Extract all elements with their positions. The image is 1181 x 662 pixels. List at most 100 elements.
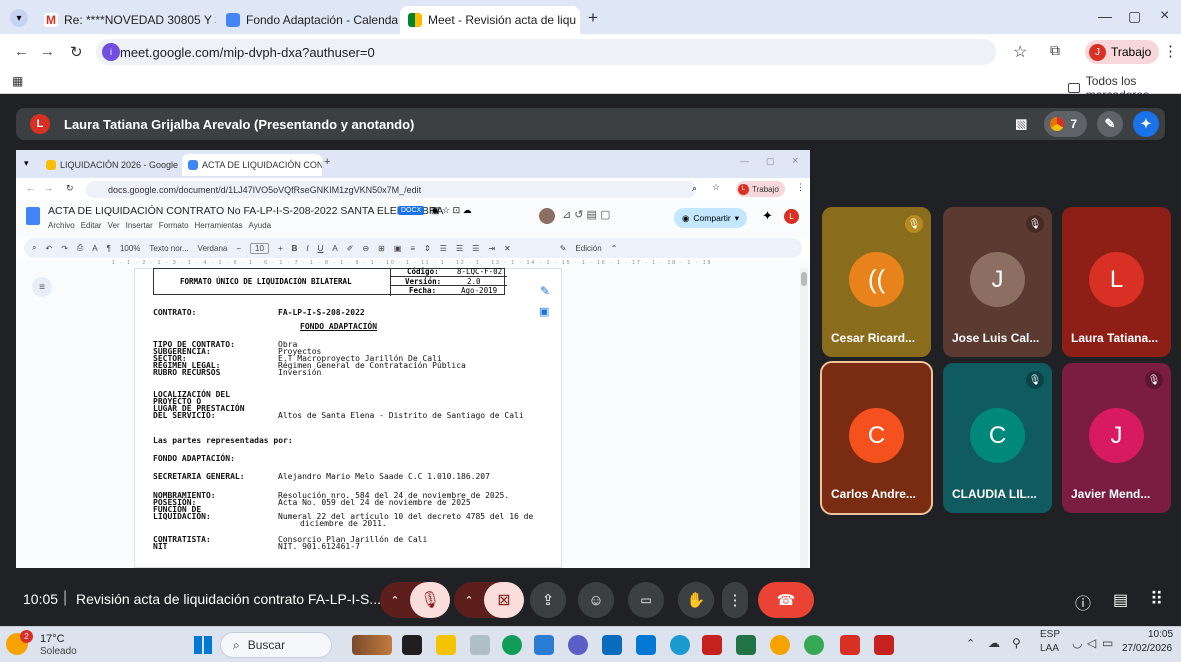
mic-off-icon[interactable]: 🎙 — [410, 582, 450, 618]
restore-icon[interactable]: ▢ — [1128, 8, 1141, 25]
share-button[interactable]: ◉ Compartir ▾ — [674, 208, 748, 228]
language-label[interactable]: ESP — [1040, 629, 1060, 640]
forward-icon[interactable]: → — [40, 43, 55, 60]
menu-insertar[interactable]: Insertar — [126, 221, 153, 230]
more-options-button[interactable]: ⋮ — [722, 582, 748, 618]
back-icon[interactable]: ← — [14, 43, 29, 60]
gemini-icon[interactable]: ✦ — [1133, 111, 1159, 137]
volume-icon[interactable]: ◁ — [1087, 636, 1096, 650]
menu-icon[interactable]: ⋮ — [796, 182, 805, 193]
minus-icon[interactable]: − — [236, 244, 241, 253]
align-icon[interactable]: ≡ — [410, 244, 415, 253]
raise-hand-button[interactable]: ✋ — [678, 582, 714, 618]
camera-off-icon[interactable]: ⊠ — [484, 582, 524, 618]
pdf-icon[interactable] — [840, 635, 860, 655]
participant-tile[interactable]: C Carlos Andre... — [820, 361, 933, 515]
participant-tile[interactable]: C CLAUDIA LIL... 🎙 — [943, 363, 1052, 513]
clock-date[interactable]: 27/02/2026 — [1122, 643, 1172, 654]
new-tab-button[interactable]: + — [324, 156, 330, 168]
extensions-icon[interactable]: ⧉ — [1050, 42, 1060, 59]
forward-icon[interactable]: → — [44, 183, 53, 193]
participant-tile[interactable]: J Javier Mend... 🎙 — [1062, 363, 1171, 513]
outline-icon[interactable]: ≡ — [32, 277, 52, 297]
cloud-icon[interactable]: ☁ — [988, 636, 1000, 650]
plus-icon[interactable]: + — [278, 244, 283, 253]
scrollbar-thumb[interactable] — [801, 272, 807, 286]
back-icon[interactable]: ← — [26, 183, 35, 193]
shared-tab-sheets[interactable]: LIQUIDACIÓN 2026 - Google D × — [40, 154, 180, 176]
profile-button[interactable]: J Trabajo — [1085, 40, 1160, 64]
taskbar-search[interactable]: ⌕ Buscar — [220, 632, 332, 658]
shared-tab-docs[interactable]: ACTA DE LIQUIDACIÓN CONTR × — [182, 154, 322, 176]
task-view-icon[interactable] — [402, 635, 422, 655]
close-window-icon[interactable]: × — [1160, 7, 1169, 25]
history-icons[interactable]: ⊿ ↺ ▤ ▢ — [562, 208, 610, 221]
restore-icon[interactable]: ▢ — [766, 156, 775, 167]
print-icon[interactable]: ⎙ — [77, 243, 83, 253]
outlook-icon[interactable] — [636, 635, 656, 655]
clear-format-icon[interactable]: ✕ — [504, 244, 511, 253]
checklist-icon[interactable]: ☰ — [440, 244, 447, 253]
url-field[interactable]: docs.google.com/document/d/1LJ47IVO5oVQf… — [86, 181, 696, 198]
reactions-button[interactable]: ☺ — [578, 582, 614, 618]
usb-icon[interactable]: ⚲ — [1012, 636, 1021, 650]
menu-icon[interactable]: ⋮ — [1163, 42, 1178, 60]
folder-icons[interactable]: ▣ ☆ ⊡ ☁ — [431, 205, 472, 216]
new-tab-button[interactable]: + — [588, 8, 598, 28]
annotate-icon[interactable]: ✎ — [540, 284, 550, 298]
zoom-icon[interactable]: ⌕ — [692, 183, 697, 194]
tab-gmail[interactable]: M Re: ****NOVEDAD 30805 Y 308 × — [36, 6, 216, 34]
participant-tile[interactable]: L Laura Tatiana... — [1062, 207, 1171, 357]
reload-icon[interactable]: ↻ — [70, 43, 83, 61]
bullet-list-icon[interactable]: ☰ — [456, 244, 463, 253]
minimize-icon[interactable]: — — [740, 156, 749, 166]
menu-ayuda[interactable]: Ayuda — [249, 221, 272, 230]
present-button[interactable]: ⇪ — [530, 582, 566, 618]
menu-editar[interactable]: Editar — [81, 221, 102, 230]
profile-button[interactable]: L Trabajo — [736, 181, 785, 197]
paint-format-icon[interactable]: ¶ — [107, 244, 111, 253]
leave-call-button[interactable]: ☎ — [758, 582, 814, 618]
line-spacing-icon[interactable]: ⇕ — [424, 244, 431, 253]
spellcheck-icon[interactable]: A — [92, 244, 97, 253]
zoom-select[interactable]: 100% — [120, 244, 140, 253]
indent-icon[interactable]: ⇥ — [488, 244, 495, 253]
file-explorer-icon[interactable] — [436, 635, 456, 655]
word-icon[interactable] — [534, 635, 554, 655]
app-icon[interactable] — [470, 635, 490, 655]
url-field[interactable]: i meet.google.com/mip-dvph-dxa?authuser=… — [96, 39, 996, 65]
annotate-icon[interactable]: ✎ — [1097, 111, 1123, 137]
chrome-work-icon[interactable] — [804, 635, 824, 655]
captions-button[interactable]: ▭ — [628, 582, 664, 618]
numbered-list-icon[interactable]: ☰ — [472, 244, 479, 253]
chevron-up-icon[interactable]: ⌃ — [611, 244, 618, 253]
bookmark-star-icon[interactable]: ☆ — [712, 182, 720, 193]
excel-icon[interactable] — [736, 635, 756, 655]
reload-icon[interactable]: ↻ — [66, 183, 74, 194]
collaborator-avatar[interactable] — [539, 208, 555, 224]
gmail-pwa-icon[interactable] — [874, 635, 894, 655]
clock-time[interactable]: 10:05 — [1148, 629, 1173, 640]
bold-icon[interactable]: B — [292, 244, 298, 253]
edit-mode-select[interactable]: Edición — [575, 244, 601, 253]
comment-icon[interactable]: ⊞ — [378, 244, 385, 253]
menu-ver[interactable]: Ver — [108, 221, 120, 230]
font-size-input[interactable]: 10 — [250, 242, 269, 254]
store-icon[interactable] — [602, 635, 622, 655]
menu-formato[interactable]: Formato — [159, 221, 189, 230]
minimize-icon[interactable]: — — [1098, 8, 1112, 24]
windows-start-icon[interactable] — [194, 636, 212, 654]
undo-icon[interactable]: ↶ — [45, 244, 52, 253]
camera-options-icon[interactable]: ⌃ — [454, 594, 484, 607]
font-select[interactable]: Verdana — [198, 244, 228, 253]
people-button[interactable]: 7 — [1044, 111, 1087, 137]
mic-options-icon[interactable]: ⌃ — [380, 594, 410, 607]
tab-meet[interactable]: Meet - Revisión acta de liqu × — [400, 6, 580, 34]
weather-widget[interactable]: 2 17°C Soleado — [6, 630, 106, 660]
close-window-icon[interactable]: × — [792, 155, 798, 167]
tab-search-icon[interactable]: ▾ — [10, 9, 28, 27]
highlight-icon[interactable]: ✐ — [347, 244, 354, 253]
chevron-up-icon[interactable]: ⌃ — [966, 637, 975, 650]
layout-label[interactable]: LAA — [1040, 643, 1059, 654]
participant-tile[interactable]: J Jose Luis Cal... 🎙 — [943, 207, 1052, 357]
